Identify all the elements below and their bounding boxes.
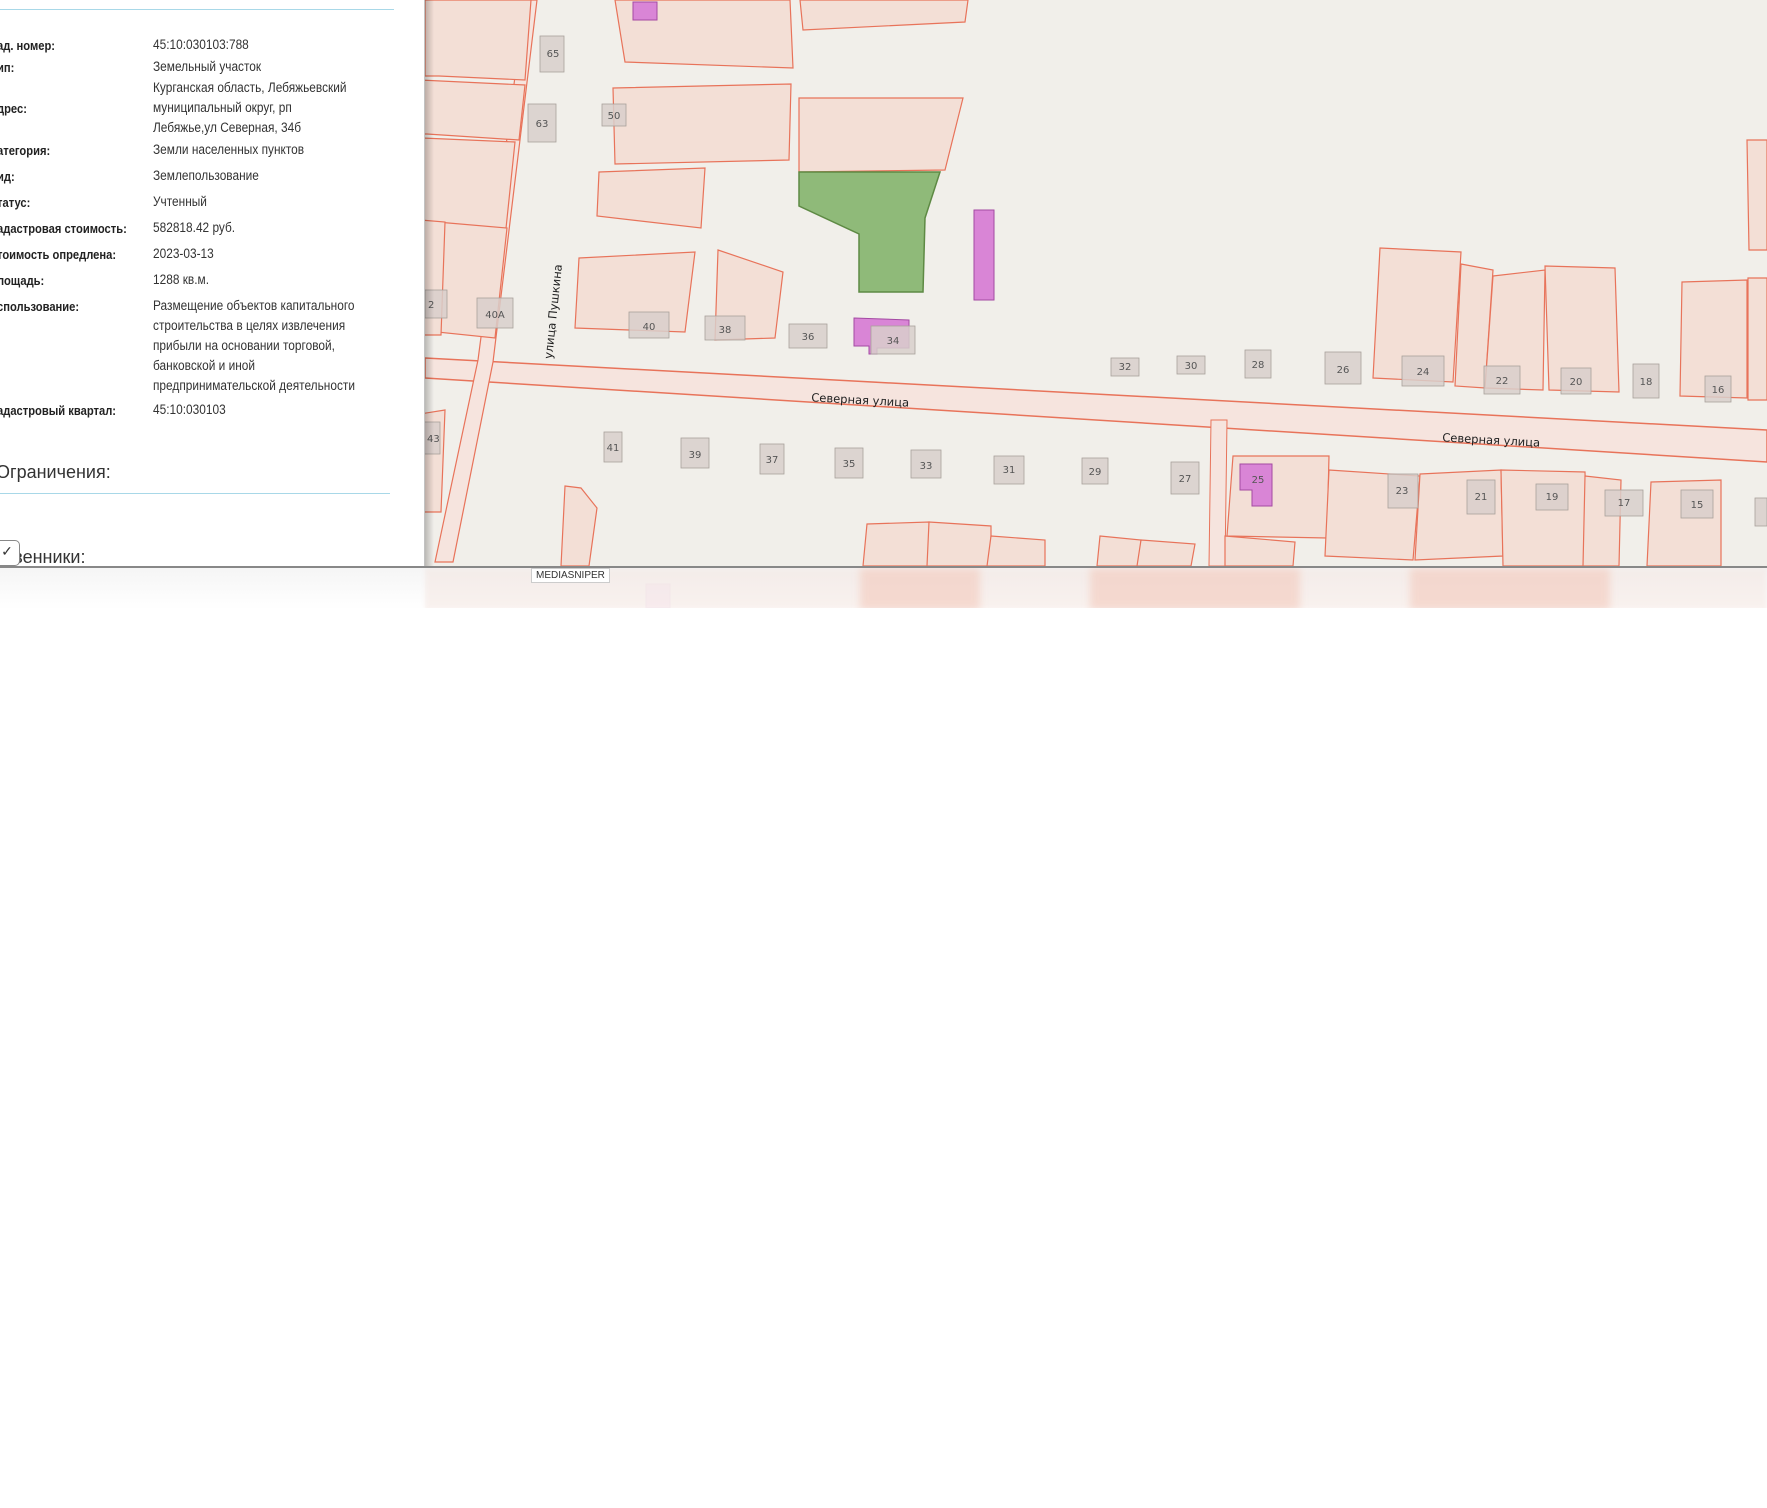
house-number-50: 50 [608,111,621,122]
prop-cadastral-cost-label: адастровая стоимость: [0,221,127,236]
app-root: ад. номер: 45:10:030103:788 ип: Земельны… [0,0,1767,608]
prop-type-label: ип: [0,60,15,75]
prop-cadastral-number-value: 45:10:030103:788 [153,37,249,52]
prop-address-label: дрес: [0,101,27,116]
house-number-33: 33 [920,461,933,472]
prop-cadastral-quarter-value: 45:10:030103 [153,402,226,417]
parcels-north [425,0,1767,401]
prop-address-value: Курганская область, Лебяжьевский муницип… [153,80,347,135]
blurred-parcel-shape [1090,568,1300,608]
house-number-29: 29 [1089,467,1102,478]
house-number-28: 28 [1252,360,1265,371]
prop-status-value: Учтенный [153,194,207,209]
panel-top-divider [0,9,394,10]
prop-cadastral-number-label: ад. номер: [0,38,56,53]
house-number-2: 2 [428,300,434,311]
house-number-16: 16 [1712,385,1725,396]
house-number-40a: 40А [485,310,505,321]
prop-category-label: атегория: [0,143,51,158]
house-number-25: 25 [1252,475,1265,486]
prop-type-value: Земельный участок [153,59,262,74]
prop-kind-label: ид: [0,169,15,184]
house-number-65: 65 [547,49,560,60]
prop-cadastral-quarter-label: адастровый квартал: [0,403,117,418]
prop-status-label: татус: [0,195,31,210]
prop-usage-value: Размещение объектов капитального строите… [153,298,355,393]
house-number-17: 17 [1618,498,1631,509]
house-number-43: 43 [427,434,440,445]
cadastral-map[interactable]: 65 63 50 2 40А 40 38 36 34 32 30 28 26 2… [425,0,1767,608]
house-number-21: 21 [1475,492,1488,503]
house-number-15: 15 [1691,500,1704,511]
house-number-32: 32 [1119,362,1132,373]
house-number-22: 22 [1496,376,1509,387]
house-number-20: 20 [1570,377,1583,388]
blurred-bottom-strip [0,566,1767,608]
map-canvas[interactable]: 65 63 50 2 40А 40 38 36 34 32 30 28 26 2… [425,0,1767,608]
house-number-23: 23 [1396,486,1409,497]
house-number-40: 40 [643,322,656,333]
street-name-pushkina: улица Пушкина [541,264,565,360]
prop-kind-value: Землепользование [153,168,259,183]
house-number-39: 39 [689,450,702,461]
house-number-30: 30 [1185,361,1198,372]
prop-area-label: лощадь: [0,273,45,288]
house-number-41: 41 [607,443,620,454]
prop-cost-date-label: тоимость опредлена: [0,247,117,262]
house-number-24: 24 [1417,367,1430,378]
street-side-lane [1208,419,1228,567]
collapse-toggle-button[interactable]: ✓ [0,540,20,566]
prop-cost-date-value: 2023-03-13 [153,246,214,261]
info-panel: ад. номер: 45:10:030103:788 ип: Земельны… [0,0,400,608]
prop-category-value: Земли населенных пунктов [153,142,305,157]
house-number-63: 63 [536,119,549,130]
house-number-18: 18 [1640,377,1653,388]
house-number-34: 34 [887,336,900,347]
house-number-36: 36 [802,332,815,343]
prop-area-value: 1288 кв.м. [153,272,210,287]
selected-parcel [798,171,942,293]
prop-usage-label: спользование: [0,299,80,314]
house-number-19: 19 [1546,492,1559,503]
house-number-37: 37 [766,455,779,466]
prop-cadastral-cost-value: 582818.42 руб. [153,220,236,235]
watermark-label: MEDIASNIPER [531,568,610,583]
house-number-27: 27 [1179,474,1192,485]
house-number-26: 26 [1337,365,1350,376]
house-number-38: 38 [719,325,732,336]
blurred-parcel-shape [860,568,980,608]
house-number-31: 31 [1003,465,1016,476]
house-number-35: 35 [843,459,856,470]
restrictions-divider [0,493,390,494]
blurred-parcel-shape [1410,568,1610,608]
restrictions-heading: Ограничения: [0,462,111,482]
